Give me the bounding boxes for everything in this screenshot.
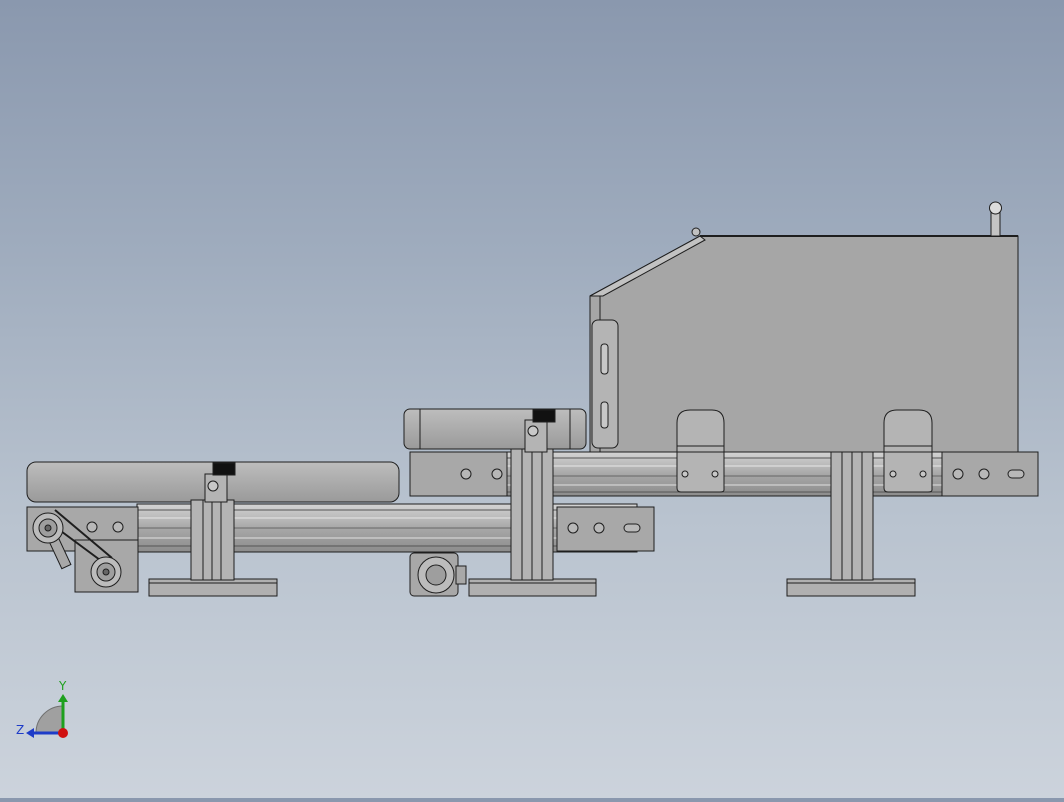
hinge-bracket-right — [883, 409, 933, 493]
y-axis-arrowhead — [58, 694, 68, 702]
enclosure-door — [591, 319, 619, 449]
hinge-bracket-left — [676, 409, 725, 493]
foot-plate-left — [148, 578, 278, 597]
signal-beacon — [989, 201, 1002, 237]
upper-conveyor-belt — [403, 408, 587, 450]
upper-rail-endcap-left — [409, 451, 508, 497]
x-axis-dot — [58, 728, 68, 738]
triad-quarter-disc — [35, 705, 64, 734]
lower-conveyor-endcap — [556, 506, 655, 552]
gear-motor — [409, 552, 467, 597]
y-axis-label: Y — [58, 679, 67, 693]
foot-plate-right — [786, 578, 916, 597]
cad-viewport[interactable]: Y Z — [0, 0, 1064, 798]
support-leg-right — [830, 448, 874, 581]
z-axis-arrowhead — [26, 728, 34, 738]
foot-plate-middle — [468, 578, 597, 597]
lower-drive-unit — [26, 506, 139, 593]
enclosure-hood — [589, 227, 1019, 453]
z-axis-label: Z — [16, 723, 24, 737]
upper-rail-endcap-right — [941, 451, 1039, 497]
assembly-drawing: Y Z — [16, 201, 1039, 738]
orientation-triad: Y Z — [16, 679, 68, 738]
